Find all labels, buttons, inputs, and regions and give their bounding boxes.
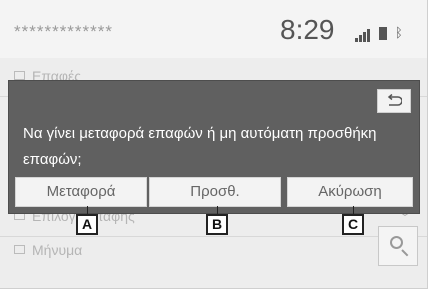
- dialog-message: Να γίνει μεταφορά επαφών ή μη αυτόματη π…: [23, 125, 377, 168]
- contact-icon: [14, 71, 25, 80]
- bluetooth-icon: ᛒ: [395, 25, 403, 40]
- status-icons: ᛒ: [355, 25, 425, 42]
- head-unit-screen: ************* 8:29 ᛒ Επαφές Επιλογή επαφ…: [0, 0, 428, 289]
- callout-label-b: B: [206, 214, 228, 235]
- callout-line-b: [217, 206, 218, 214]
- callout-label-c: C: [342, 214, 364, 235]
- search-icon: [390, 236, 403, 249]
- masked-device-name: *************: [14, 22, 114, 41]
- transfer-button[interactable]: Μεταφορά: [15, 177, 147, 207]
- battery-icon: [379, 27, 387, 40]
- message-icon: [14, 245, 25, 254]
- callout-line-a: [87, 206, 88, 214]
- list-item-label: Μήνυμα: [32, 242, 83, 258]
- back-button[interactable]: [377, 89, 411, 113]
- list-item: Μήνυμα: [0, 232, 427, 270]
- return-arrow-icon: [387, 94, 402, 106]
- search-button: [378, 226, 418, 266]
- clock: 8:29: [280, 14, 335, 45]
- transfer-contacts-dialog: Να γίνει μεταφορά επαφών ή μη αυτόματη π…: [8, 80, 420, 214]
- status-bar: ************* 8:29 ᛒ: [0, 0, 427, 58]
- callout-line-c: [353, 206, 354, 214]
- add-button[interactable]: Προσθ.: [149, 177, 281, 207]
- callout-label-a: A: [76, 214, 98, 235]
- cancel-button[interactable]: Ακύρωση: [287, 177, 413, 207]
